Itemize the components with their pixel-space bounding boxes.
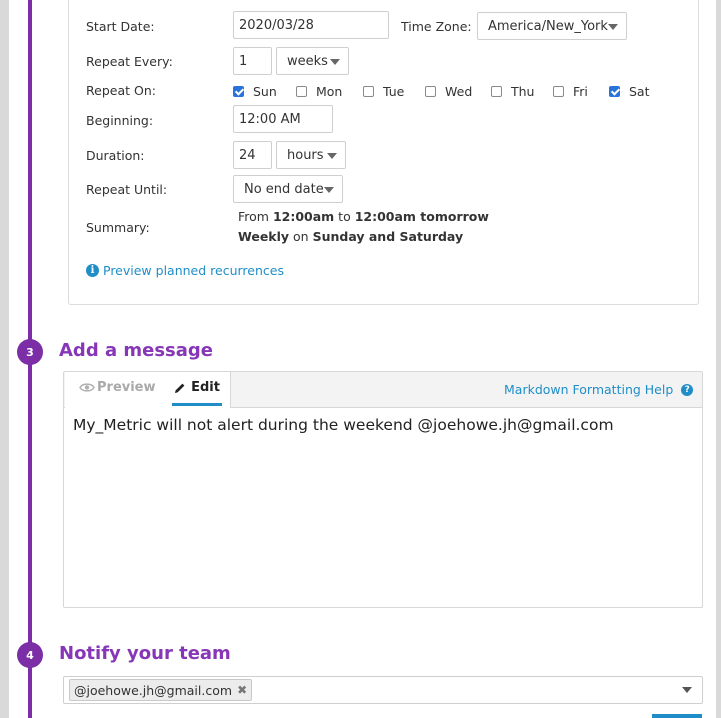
markdown-help-link[interactable]: Markdown Formatting Help ?	[504, 382, 694, 397]
step-4-title: Notify your team	[59, 643, 231, 664]
day-label: Fri	[573, 83, 588, 99]
message-tabs-bar: Edit Preview Markdown Formatting Help ?	[64, 372, 702, 408]
day-checkbox-thu[interactable]: Thu	[491, 82, 534, 100]
time-zone-value: America/New_York	[488, 18, 608, 34]
eye-icon	[79, 383, 95, 392]
start-date-label: Start Date:	[86, 19, 155, 34]
modal-backdrop-left	[0, 0, 9, 718]
step-4-badge: 4	[17, 642, 43, 668]
day-label: Sun	[253, 83, 277, 99]
summary-text: on	[289, 229, 313, 244]
tab-preview[interactable]: Preview	[79, 380, 156, 395]
summary-end-time: 12:00am tomorrow	[354, 209, 489, 224]
duration-value: 24	[239, 147, 256, 163]
day-label: Thu	[511, 83, 535, 99]
checkbox[interactable]	[296, 85, 307, 97]
tab-preview-label: Preview	[97, 380, 156, 395]
duration-input[interactable]: 24	[233, 141, 272, 169]
summary-line-1: From 12:00am to 12:00am tomorrow	[238, 209, 489, 224]
start-date-input[interactable]: 2020/03/28	[233, 11, 389, 39]
info-icon: i	[86, 264, 99, 277]
chevron-down-icon[interactable]	[682, 687, 692, 693]
summary-start-time: 12:00am	[272, 209, 335, 224]
message-textarea[interactable]: My_Metric will not alert during the week…	[73, 416, 614, 434]
repeat-until-label: Repeat Until:	[86, 182, 168, 197]
duration-label: Duration:	[86, 148, 145, 163]
markdown-help-text: Markdown Formatting Help	[504, 382, 674, 397]
day-checkbox-fri[interactable]: Fri	[553, 82, 588, 100]
checkbox[interactable]	[553, 85, 564, 97]
day-label: Wed	[445, 83, 473, 99]
schedule-panel	[68, 0, 699, 305]
recipient-tag-label: @joehowe.jh@gmail.com	[74, 682, 233, 698]
remove-tag-icon[interactable]: ✖	[237, 683, 247, 697]
preview-recurrences-text: Preview planned recurrences	[103, 263, 284, 278]
duration-unit-select[interactable]: hours	[276, 141, 346, 169]
chevron-down-icon	[330, 59, 340, 65]
chevron-down-icon	[608, 24, 618, 30]
step-3-title: Add a message	[59, 340, 214, 361]
summary-days: Sunday and Saturday	[312, 229, 464, 244]
day-label: Tue	[383, 83, 405, 99]
repeat-until-value: No end date	[244, 181, 324, 197]
summary-frequency: Weekly	[238, 229, 290, 244]
checkbox[interactable]	[425, 85, 436, 97]
checkbox-checked[interactable]	[609, 85, 620, 97]
question-icon: ?	[681, 383, 694, 396]
repeat-every-value: 1	[239, 53, 248, 69]
footer-button-edge[interactable]	[652, 714, 702, 718]
recipient-tag: @joehowe.jh@gmail.com ✖	[69, 679, 253, 701]
summary-line-2: Weekly on Sunday and Saturday	[238, 229, 463, 244]
beginning-time-value: 12:00 AM	[239, 111, 301, 127]
tab-edit-label: Edit	[191, 380, 220, 395]
repeat-every-unit-value: weeks	[287, 53, 328, 69]
time-zone-select[interactable]: America/New_York	[477, 12, 627, 40]
beginning-time-input[interactable]: 12:00 AM	[233, 105, 333, 133]
modal-backdrop-right	[716, 0, 721, 718]
day-checkbox-sat[interactable]: Sat	[609, 82, 650, 100]
duration-unit-value: hours	[287, 147, 324, 163]
summary-label: Summary:	[86, 220, 150, 235]
day-label: Sat	[629, 83, 650, 99]
day-checkbox-wed[interactable]: Wed	[425, 82, 472, 100]
step-number: 3	[26, 345, 34, 359]
start-date-value: 2020/03/28	[239, 17, 314, 33]
preview-recurrences-link[interactable]: i Preview planned recurrences	[86, 263, 284, 278]
step-3-badge: 3	[17, 339, 43, 365]
repeat-on-label: Repeat On:	[86, 83, 156, 98]
day-label: Mon	[316, 83, 343, 99]
checkbox[interactable]	[363, 85, 374, 97]
day-checkbox-tue[interactable]: Tue	[363, 82, 404, 100]
day-checkbox-sun[interactable]: Sun	[233, 82, 277, 100]
notify-recipients-select[interactable]: @joehowe.jh@gmail.com ✖	[63, 676, 703, 704]
tab-edit[interactable]: Edit	[172, 372, 222, 406]
step-number: 4	[26, 648, 34, 662]
beginning-label: Beginning:	[86, 113, 154, 128]
repeat-until-select[interactable]: No end date	[233, 175, 343, 203]
summary-text: From	[238, 209, 273, 224]
checkbox-checked[interactable]	[233, 85, 244, 97]
pencil-icon	[175, 383, 185, 393]
checkbox[interactable]	[491, 85, 502, 97]
message-editor: Edit Preview Markdown Formatting Help ? …	[63, 371, 703, 608]
repeat-every-unit-select[interactable]: weeks	[276, 47, 349, 75]
repeat-every-label: Repeat Every:	[86, 54, 173, 69]
day-checkbox-mon[interactable]: Mon	[296, 82, 342, 100]
time-zone-label: Time Zone:	[401, 19, 472, 34]
chevron-down-icon	[324, 187, 334, 193]
repeat-every-input[interactable]: 1	[233, 47, 272, 75]
chevron-down-icon	[327, 153, 337, 159]
summary-text: to	[334, 209, 355, 224]
